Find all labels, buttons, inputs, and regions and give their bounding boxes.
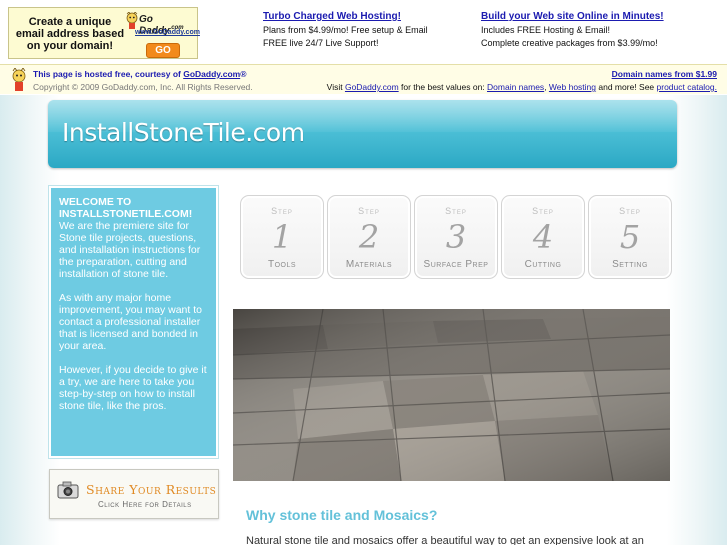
welcome-paragraph-3: However, if you decide to give it a try,… <box>59 364 207 412</box>
welcome-panel: WELCOME TO INSTALLSTONETILE.COM! We are t… <box>49 186 218 458</box>
welcome-paragraph-2: As with any major home improvement, you … <box>59 292 202 352</box>
hosting-ad-link[interactable]: Turbo Charged Web Hosting! <box>263 10 428 23</box>
mascot-icon <box>126 12 138 29</box>
go-button[interactable]: GO <box>146 43 180 58</box>
copyright-text: Copyright © 2009 GoDaddy.com, Inc. All R… <box>33 82 253 92</box>
content-body: Natural stone tile and mosaics offer a b… <box>246 535 644 545</box>
site-frame: InstallStoneTile.com WELCOME TO INSTALLS… <box>0 95 727 545</box>
godaddy-mascot-icon <box>12 68 26 91</box>
step-4-cutting[interactable]: Step 4 Cutting <box>501 195 585 279</box>
welcome-title: WELCOME TO INSTALLSTONETILE.COM! <box>59 196 193 220</box>
camera-icon <box>57 481 79 499</box>
website-builder-ad-line1: Includes FREE Hosting & Email! <box>481 25 611 35</box>
tile-floor-image <box>233 309 670 481</box>
stone-tile-photo <box>233 309 670 481</box>
step-2-materials[interactable]: Step 2 Materials <box>327 195 411 279</box>
share-results-button[interactable]: Share Your Results Click Here for Detail… <box>49 469 219 519</box>
hosted-strip: This page is hosted free, courtesy of Go… <box>0 64 727 94</box>
ad-bar: Create a unique email address based on y… <box>0 0 727 64</box>
hosting-ad: Turbo Charged Web Hosting! Plans from $4… <box>263 10 428 50</box>
godaddy-logo: Go Daddy.com www.GoDaddy.com <box>126 12 200 42</box>
content-heading: Why stone tile and Mosaics? <box>246 507 438 523</box>
welcome-paragraph-1: We are the premiere site for Stone tile … <box>59 220 201 280</box>
godaddy-link[interactable]: GoDaddy.com <box>183 69 240 79</box>
step-1-tools[interactable]: Step 1 Tools <box>240 195 324 279</box>
website-builder-ad-link[interactable]: Build your Web site Online in Minutes! <box>481 10 664 23</box>
website-builder-ad-line2: Complete creative packages from $3.99/mo… <box>481 38 658 48</box>
domain-names-link[interactable]: Domain names from $1.99 <box>612 69 717 79</box>
banner-text: Create a unique email address based on y… <box>15 16 125 52</box>
domain-names-text-link[interactable]: Domain names <box>487 82 544 92</box>
web-hosting-link[interactable]: Web hosting <box>549 82 596 92</box>
website-builder-ad: Build your Web site Online in Minutes! I… <box>481 10 664 50</box>
steps-nav: Step 1 Tools Step 2 Materials Step 3 Sur… <box>240 195 674 279</box>
step-3-surface-prep[interactable]: Step 3 Surface Prep <box>414 195 498 279</box>
site-title[interactable]: InstallStoneTile.com <box>62 118 305 147</box>
hosting-ad-line1: Plans from $4.99/mo! Free setup & Email <box>263 25 428 35</box>
email-ad-banner[interactable]: Create a unique email address based on y… <box>8 7 200 59</box>
visit-godaddy-link[interactable]: GoDaddy.com <box>345 82 399 92</box>
visit-godaddy-text: Visit GoDaddy.com for the best values on… <box>326 82 717 92</box>
hosted-notice: This page is hosted free, courtesy of Go… <box>33 69 247 79</box>
share-title: Share Your Results <box>86 482 217 497</box>
share-subtitle: Click Here for Details <box>98 500 192 509</box>
step-5-setting[interactable]: Step 5 Setting <box>588 195 672 279</box>
product-catalog-link[interactable]: product catalog. <box>657 82 717 92</box>
banner-url[interactable]: www.GoDaddy.com <box>135 29 200 36</box>
site-header: InstallStoneTile.com <box>48 100 677 168</box>
hosting-ad-line2: FREE live 24/7 Live Support! <box>263 38 379 48</box>
